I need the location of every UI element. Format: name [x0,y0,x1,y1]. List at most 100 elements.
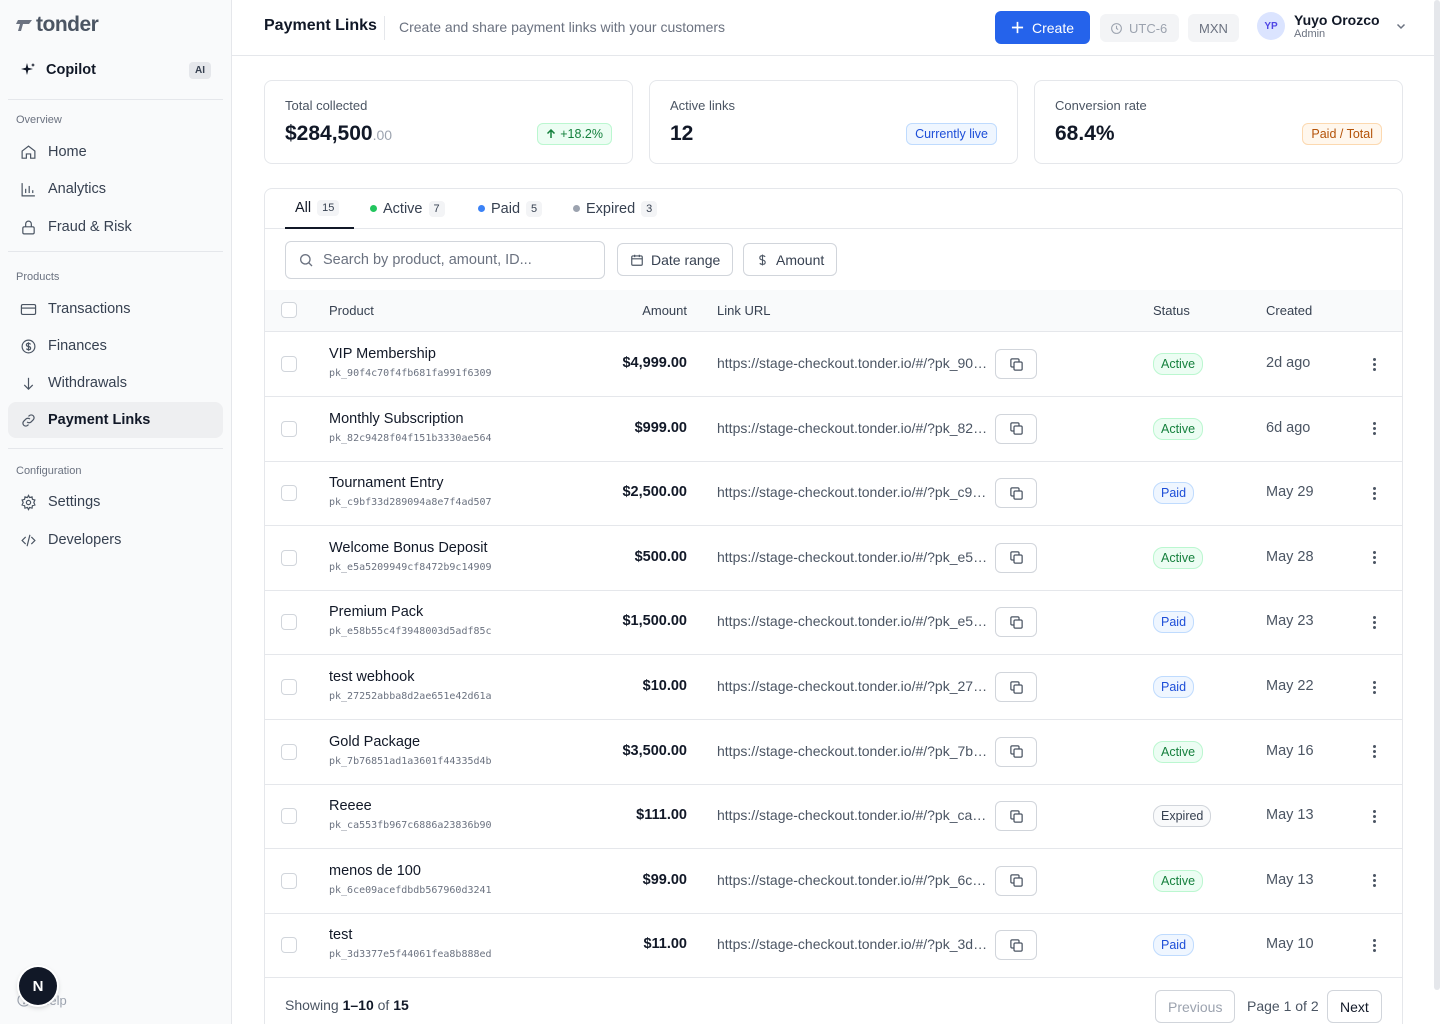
table-row[interactable]: Tournament Entry pk_c9bf33d289094a8e7f4ad… [265,461,1402,527]
copilot-button[interactable]: Copilot AI [8,53,223,87]
table-row[interactable]: Gold Package pk_7b76851ad1a3601f44335d4b $… [265,720,1402,785]
link-url[interactable]: https://stage-checkout.tonder.io/#/?pk_c… [717,484,989,500]
column-header-status[interactable]: Status [1153,303,1190,318]
table-row[interactable]: VIP Membership pk_90f4c70f4fb681fa991f630… [265,332,1402,397]
row-checkbox[interactable] [281,485,297,502]
table-row[interactable]: Monthly Subscription pk_82c9428f04f151b33… [265,397,1402,462]
created-date: May 29 [1266,484,1314,501]
create-button[interactable]: Create [995,11,1090,44]
user-menu[interactable]: YP Yuyo Orozco Admin [1257,12,1407,40]
product-name: Gold Package [329,733,421,750]
sidebar-item-developers[interactable]: Developers [8,522,223,558]
row-checkbox[interactable] [281,679,297,695]
more-actions-icon[interactable] [1369,419,1379,439]
more-actions-icon[interactable] [1369,806,1379,826]
copy-link-button[interactable] [995,865,1037,896]
product-name: VIP Membership [329,346,436,362]
page-scrollbar[interactable] [1434,0,1440,990]
row-checkbox[interactable] [281,549,297,566]
table-row[interactable]: Reeee pk_ca553fb967c6886a23836b90 $111.00 h… [265,784,1402,850]
sidebar-item-home[interactable]: Home [8,134,223,170]
more-actions-icon[interactable] [1369,612,1379,632]
sidebar-divider [8,99,223,100]
currency-chip[interactable]: MXN [1188,14,1239,42]
link-url[interactable]: https://stage-checkout.tonder.io/#/?pk_2… [717,678,989,694]
more-actions-icon[interactable] [1369,935,1379,955]
previous-button[interactable]: Previous [1155,990,1236,1023]
copy-icon [1009,486,1023,500]
timezone-chip[interactable]: UTC-6 [1100,14,1179,42]
link-url[interactable]: https://stage-checkout.tonder.io/#/?pk_c… [717,807,989,823]
tab-count: 3 [641,200,658,217]
table-row[interactable]: Welcome Bonus Deposit pk_e5a5209949cf8472… [265,526,1402,591]
sidebar-item-analytics[interactable]: Analytics [8,171,223,207]
link-url[interactable]: https://stage-checkout.tonder.io/#/?pk_7… [717,743,989,759]
created-date: May 10 [1266,936,1314,953]
next-button[interactable]: Next [1327,990,1382,1023]
amount-cell: $10.00 [642,678,687,694]
copy-link-button[interactable] [995,930,1037,961]
copy-link-button[interactable] [995,542,1037,573]
copy-link-button[interactable] [995,413,1037,444]
showing-prefix: Showing [285,997,339,1013]
sidebar-item-settings[interactable]: Settings [8,484,223,520]
row-checkbox[interactable] [281,614,297,631]
row-checkbox[interactable] [281,808,297,825]
more-actions-icon[interactable] [1369,871,1379,891]
copy-link-button[interactable] [995,801,1037,832]
table-row[interactable]: test webhook pk_27252abba8d2ae651e42d61a $… [265,655,1402,720]
link-url[interactable]: https://stage-checkout.tonder.io/#/?pk_e… [717,613,989,629]
more-actions-icon[interactable] [1369,483,1379,503]
row-checkbox[interactable] [281,872,297,889]
link-url[interactable]: https://stage-checkout.tonder.io/#/?pk_e… [717,549,989,565]
sidebar-item-finances[interactable]: Finances [8,328,223,364]
more-actions-icon[interactable] [1369,354,1379,374]
row-checkbox[interactable] [281,356,297,372]
table-row[interactable]: Premium Pack pk_e58b55c4f3948003d5adf85c $… [265,590,1402,656]
column-header-product[interactable]: Product [329,303,374,318]
date-range-button[interactable]: Date range [617,243,734,276]
copy-link-button[interactable] [995,478,1037,509]
arrow-down-icon [23,377,34,390]
tab-active[interactable]: Active 7 [370,189,445,228]
tab-expired[interactable]: Expired 3 [573,189,658,228]
search-box[interactable] [285,241,605,279]
table-row[interactable]: menos de 100 pk_6ce09acefdbdb567960d3241 $… [265,849,1402,914]
stat-label: Active links [670,98,736,113]
select-all-checkbox[interactable] [281,302,297,318]
table-row[interactable]: test pk_3d3377e5f44061fea8b888ed $11.00 htt… [265,913,1402,979]
column-header-created[interactable]: Created [1266,303,1312,318]
tab-label: Expired [586,200,636,217]
workspace-avatar[interactable]: N [19,967,57,1005]
row-checkbox[interactable] [281,420,297,437]
row-checkbox[interactable] [281,743,297,760]
copy-link-button[interactable] [995,607,1037,638]
tab-paid[interactable]: Paid 5 [478,189,543,228]
copy-link-button[interactable] [995,349,1037,379]
section-label-overview: Overview [16,114,62,126]
brand-logo[interactable]: tonder [16,12,99,38]
amount-filter-button[interactable]: Amount [743,243,838,276]
sidebar-item-payment-links[interactable]: Payment Links [8,402,223,438]
search-input[interactable] [323,252,573,268]
row-checkbox[interactable] [281,937,297,954]
brand-name: tonder [36,13,99,36]
more-actions-icon[interactable] [1369,548,1379,568]
sidebar-item-transactions[interactable]: Transactions [8,291,223,327]
status-badge: Paid [1153,482,1195,505]
link-url[interactable]: https://stage-checkout.tonder.io/#/?pk_6… [717,872,989,888]
link-url[interactable]: https://stage-checkout.tonder.io/#/?pk_8… [717,420,989,436]
more-actions-icon[interactable] [1369,742,1379,762]
column-header-amount[interactable]: Amount [642,303,687,318]
sidebar-item-withdrawals[interactable]: Withdrawals [8,365,223,401]
copy-link-button[interactable] [995,672,1037,702]
sidebar: tonder Copilot AI Overview Home Analytic… [0,0,232,1024]
tab-all[interactable]: All 15 [285,189,354,229]
sidebar-item-fraud-risk[interactable]: Fraud & Risk [8,209,223,245]
more-actions-icon[interactable] [1369,677,1379,697]
link-url[interactable]: https://stage-checkout.tonder.io/#/?pk_3… [717,936,989,952]
tab-count: 7 [428,200,445,217]
copy-link-button[interactable] [995,736,1037,767]
stat-card-total-collected: Total collected $284,500.00 +18.2% [264,80,633,164]
link-url[interactable]: https://stage-checkout.tonder.io/#/?pk_9… [717,355,989,371]
